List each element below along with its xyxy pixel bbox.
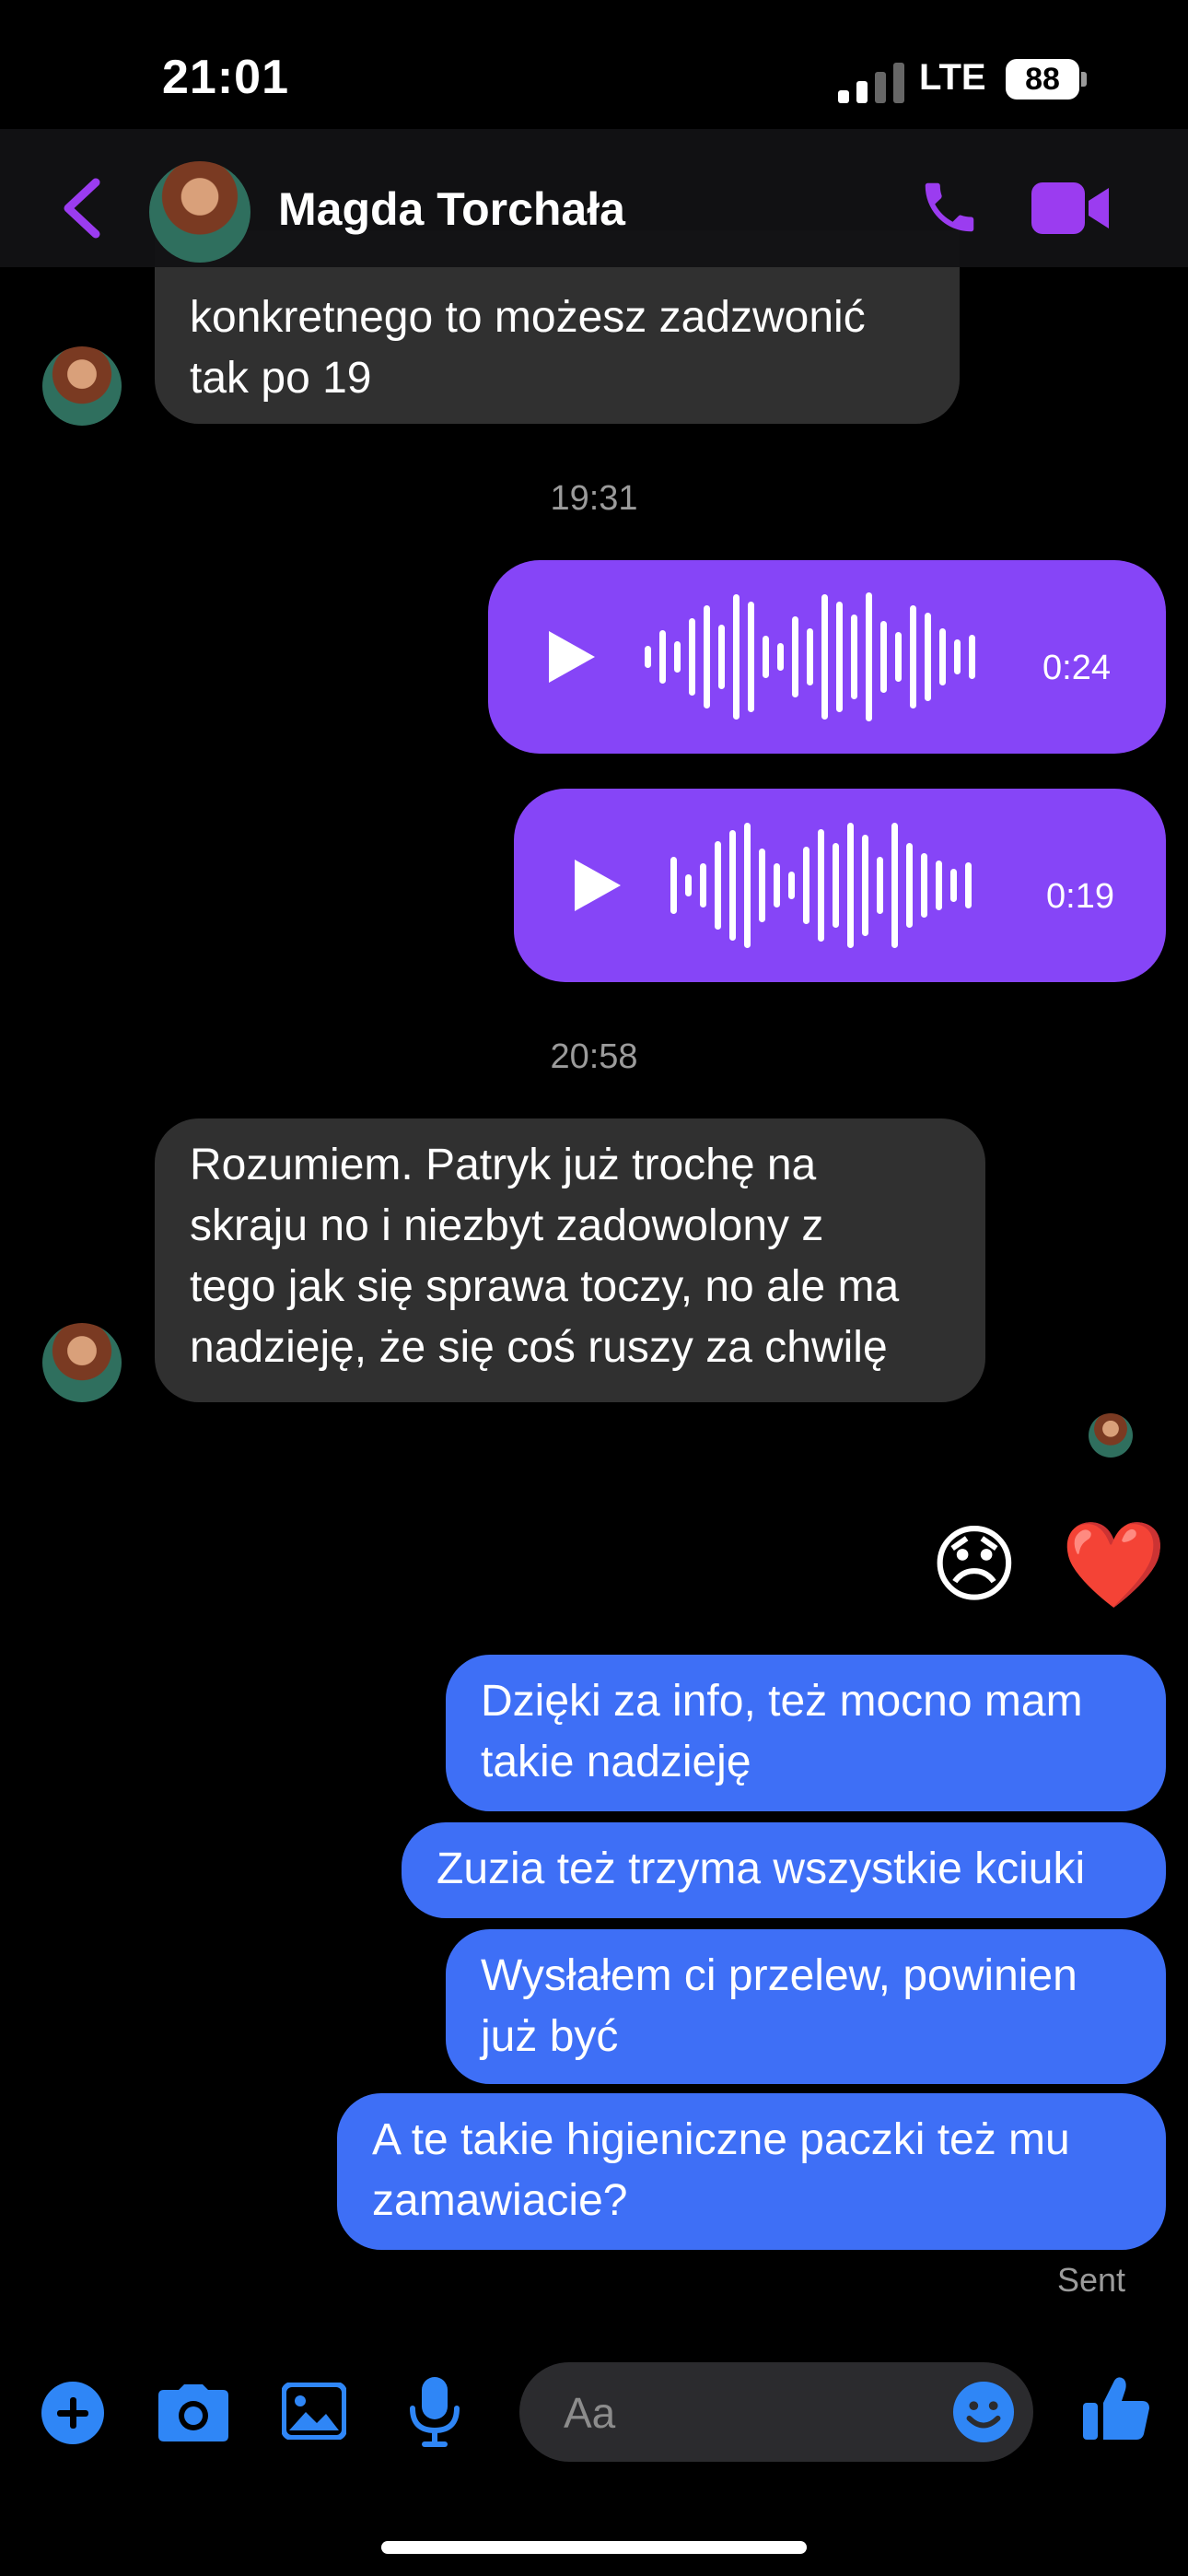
message-line: Rozumiem. Patryk już trochę na (190, 1141, 817, 1189)
contact-avatar[interactable] (42, 346, 122, 426)
message-line: tego jak się sprawa toczy, no ale ma (190, 1262, 900, 1311)
thumbs-up-icon[interactable] (1083, 2375, 1149, 2441)
voice-duration: 0:19 (1046, 877, 1114, 916)
battery-tip (1081, 72, 1087, 87)
back-chevron-icon[interactable] (55, 175, 107, 241)
phone-icon[interactable] (917, 175, 982, 240)
voice-message[interactable]: 0:19 (514, 789, 1166, 982)
reaction-sad[interactable]: 😞 (930, 1515, 1019, 1616)
video-camera-icon[interactable] (1031, 181, 1109, 236)
message-line: takie nadzieję (481, 1738, 751, 1786)
waveform-icon (670, 821, 972, 950)
reaction-heart[interactable]: ❤️ (1061, 1515, 1167, 1616)
contact-avatar[interactable] (42, 1323, 122, 1402)
outgoing-message[interactable]: Zuzia też trzyma wszystkie kciuki (402, 1822, 1166, 1918)
gallery-icon[interactable] (282, 2383, 346, 2440)
message-line: konkretnego to możesz zadzwonić (190, 293, 866, 342)
play-icon[interactable] (575, 860, 621, 911)
message-line: tak po 19 (190, 354, 372, 403)
contact-avatar-header[interactable] (149, 161, 250, 263)
play-icon[interactable] (549, 631, 595, 683)
message-line: skraju no i niezbyt zadowolony z (190, 1201, 824, 1250)
battery-icon: 88 (1006, 59, 1079, 100)
network-type: LTE (919, 57, 986, 98)
camera-icon[interactable] (158, 2384, 228, 2441)
message-composer[interactable] (519, 2362, 1033, 2464)
waveform-icon (645, 592, 975, 721)
message-line: zamawiacie? (372, 2176, 628, 2225)
read-receipt-avatar (1089, 1413, 1133, 1458)
message-line: Wysłałem ci przelew, powinien (481, 1951, 1077, 2000)
message-line: A te takie higieniczne paczki też mu (372, 2115, 1070, 2164)
plus-icon[interactable] (41, 2381, 105, 2445)
voice-message[interactable]: 0:24 (488, 560, 1166, 754)
timestamp: 20:58 (550, 1037, 638, 1076)
message-line: już być (481, 2012, 619, 2061)
home-indicator[interactable] (381, 2541, 807, 2554)
outgoing-message[interactable]: Dzięki za info, też mocno mam takie nadz… (446, 1655, 1166, 1811)
outgoing-message[interactable]: A te takie higieniczne paczki też mu zam… (337, 2093, 1166, 2250)
signal-strength-icon (838, 63, 904, 103)
microphone-icon[interactable] (409, 2377, 460, 2447)
status-time: 21:01 (162, 51, 289, 104)
outgoing-message[interactable]: Wysłałem ci przelew, powinien już być (446, 1929, 1166, 2084)
sent-status: Sent (1057, 2261, 1126, 2299)
message-line: nadzieję, że się coś ruszy za chwilę (190, 1323, 888, 1372)
contact-name[interactable]: Magda Torchała (278, 182, 625, 236)
incoming-message[interactable]: Rozumiem. Patryk już trochę na skraju no… (155, 1118, 985, 1402)
message-line: Zuzia też trzyma wszystkie kciuki (437, 1844, 1086, 1893)
message-input[interactable] (562, 2362, 934, 2464)
voice-duration: 0:24 (1042, 649, 1111, 687)
emoji-icon[interactable] (952, 2381, 1015, 2443)
message-line: Dzięki za info, też mocno mam (481, 1677, 1083, 1726)
timestamp: 19:31 (550, 479, 638, 518)
